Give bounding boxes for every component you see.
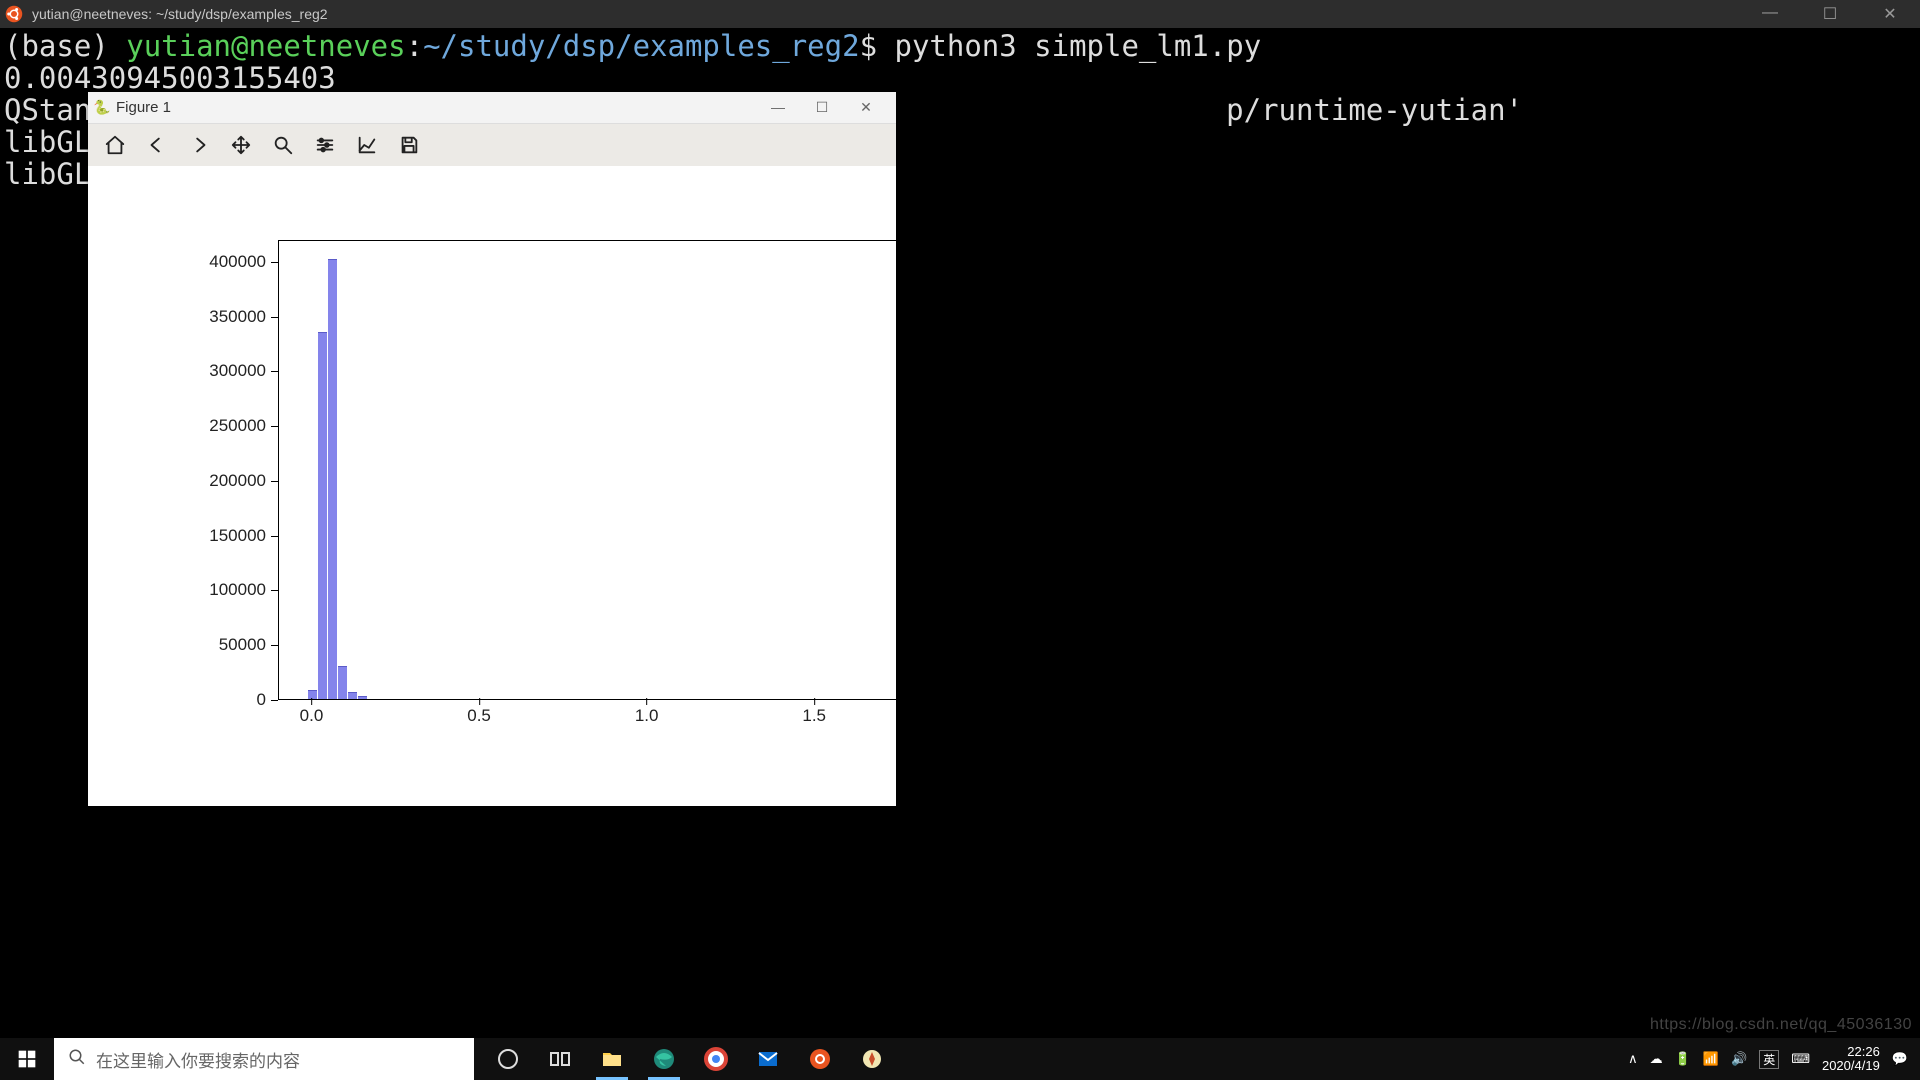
figure-maximize-button[interactable]: ☐ — [812, 99, 832, 116]
start-button[interactable] — [0, 1038, 54, 1080]
settings-app-icon[interactable] — [848, 1038, 896, 1080]
ubuntu-icon — [0, 0, 28, 28]
tray-onedrive-icon[interactable]: ☁ — [1650, 1051, 1663, 1067]
tray-notifications-icon[interactable]: 💬 — [1892, 1051, 1908, 1067]
chart-axes — [278, 240, 898, 700]
y-tick-label: 150000 — [209, 526, 266, 546]
chart-bar — [328, 259, 337, 699]
x-tick-label: 1.5 — [802, 706, 826, 726]
x-tick-label: 0.0 — [300, 706, 324, 726]
tray-clock-date: 2020/4/19 — [1822, 1059, 1880, 1073]
chart-bar — [318, 332, 327, 699]
pan-icon[interactable] — [224, 128, 258, 162]
y-tick-label: 200000 — [209, 471, 266, 491]
save-icon[interactable] — [392, 128, 426, 162]
y-tick-label: 300000 — [209, 361, 266, 381]
figure-minimize-button[interactable]: — — [768, 99, 788, 116]
home-icon[interactable] — [98, 128, 132, 162]
figure-window-controls: — ☐ ✕ — [768, 99, 896, 116]
edge-icon[interactable] — [640, 1038, 688, 1080]
tray-wifi-icon[interactable]: 📶 — [1703, 1051, 1719, 1067]
y-tick-label: 50000 — [219, 635, 266, 655]
tray-battery-icon[interactable]: 🔋 — [1675, 1051, 1691, 1067]
taskbar-apps — [484, 1038, 896, 1080]
figure-close-button[interactable]: ✕ — [856, 99, 876, 116]
y-tick-label: 0 — [257, 690, 266, 710]
cortana-icon[interactable] — [484, 1038, 532, 1080]
terminal-output-libgl1: libGL — [4, 125, 91, 159]
prompt-user: yutian@neetneves — [126, 29, 405, 63]
terminal-output-runtime: p/runtime-yutian' — [1226, 93, 1523, 127]
tray-ime-indicator[interactable]: 英 — [1759, 1050, 1779, 1069]
figure-canvas[interactable]: 0 50000 100000 150000 200000 250000 300000 3500… — [88, 166, 896, 806]
tray-keyboard-icon[interactable]: ⌨ — [1791, 1051, 1810, 1067]
python-icon: 🐍 — [88, 99, 116, 116]
ubuntu-app-icon[interactable] — [796, 1038, 844, 1080]
watermark-text: https://blog.csdn.net/qq_45036130 — [1650, 1016, 1912, 1034]
chart-bar — [308, 690, 317, 699]
terminal-output-value: 0.00430945003155403 — [4, 61, 336, 95]
figure-window[interactable]: 🐍 Figure 1 — ☐ ✕ 0 50000 100000 150000 20000… — [88, 92, 896, 806]
chart-bar — [358, 696, 367, 699]
forward-icon[interactable] — [182, 128, 216, 162]
mail-icon[interactable] — [744, 1038, 792, 1080]
back-icon[interactable] — [140, 128, 174, 162]
y-tick-label: 100000 — [209, 580, 266, 600]
taskbar: 在这里输入你要搜索的内容 ∧ ☁ 🔋 📶 🔊 英 ⌨ 22:26 2020/4/… — [0, 1038, 1920, 1080]
x-tick-label: 1.0 — [635, 706, 659, 726]
tray-clock[interactable]: 22:26 2020/4/19 — [1822, 1045, 1880, 1073]
tray-volume-icon[interactable]: 🔊 — [1731, 1051, 1747, 1067]
close-button[interactable]: ✕ — [1860, 4, 1920, 24]
axes-icon[interactable] — [350, 128, 384, 162]
terminal-command: python3 simple_lm1.py — [895, 29, 1262, 63]
figure-titlebar[interactable]: 🐍 Figure 1 — ☐ ✕ — [88, 92, 896, 124]
window-controls: — ☐ ✕ — [1740, 4, 1920, 24]
taskbar-tray: ∧ ☁ 🔋 📶 🔊 英 ⌨ 22:26 2020/4/19 💬 — [1628, 1045, 1920, 1073]
chrome-icon[interactable] — [692, 1038, 740, 1080]
terminal-output-libgl2: libGL — [4, 157, 91, 191]
y-tick-label: 350000 — [209, 307, 266, 327]
figure-toolbar — [88, 124, 896, 166]
y-tick-label: 250000 — [209, 416, 266, 436]
y-tick-label: 400000 — [209, 252, 266, 272]
file-explorer-icon[interactable] — [588, 1038, 636, 1080]
subplots-icon[interactable] — [308, 128, 342, 162]
terminal-titlebar[interactable]: yutian@neetneves: ~/study/dsp/examples_r… — [0, 0, 1920, 28]
x-tick-label: 0.5 — [467, 706, 491, 726]
maximize-button[interactable]: ☐ — [1800, 4, 1860, 24]
chart-bar — [338, 666, 347, 699]
zoom-icon[interactable] — [266, 128, 300, 162]
terminal-title: yutian@neetneves: ~/study/dsp/examples_r… — [28, 6, 328, 22]
tray-clock-time: 22:26 — [1822, 1045, 1880, 1059]
chart-bar — [348, 692, 357, 699]
search-icon — [68, 1048, 86, 1071]
prompt-dollar: $ — [860, 29, 877, 63]
task-view-icon[interactable] — [536, 1038, 584, 1080]
tray-chevron-icon[interactable]: ∧ — [1628, 1051, 1638, 1067]
prompt-colon: : — [406, 29, 423, 63]
taskbar-search[interactable]: 在这里输入你要搜索的内容 — [54, 1038, 474, 1080]
taskbar-search-placeholder: 在这里输入你要搜索的内容 — [96, 1047, 300, 1072]
prompt-env: (base) — [4, 29, 109, 63]
figure-title: Figure 1 — [116, 99, 171, 116]
prompt-path: ~/study/dsp/examples_reg2 — [423, 29, 860, 63]
minimize-button[interactable]: — — [1740, 4, 1800, 24]
